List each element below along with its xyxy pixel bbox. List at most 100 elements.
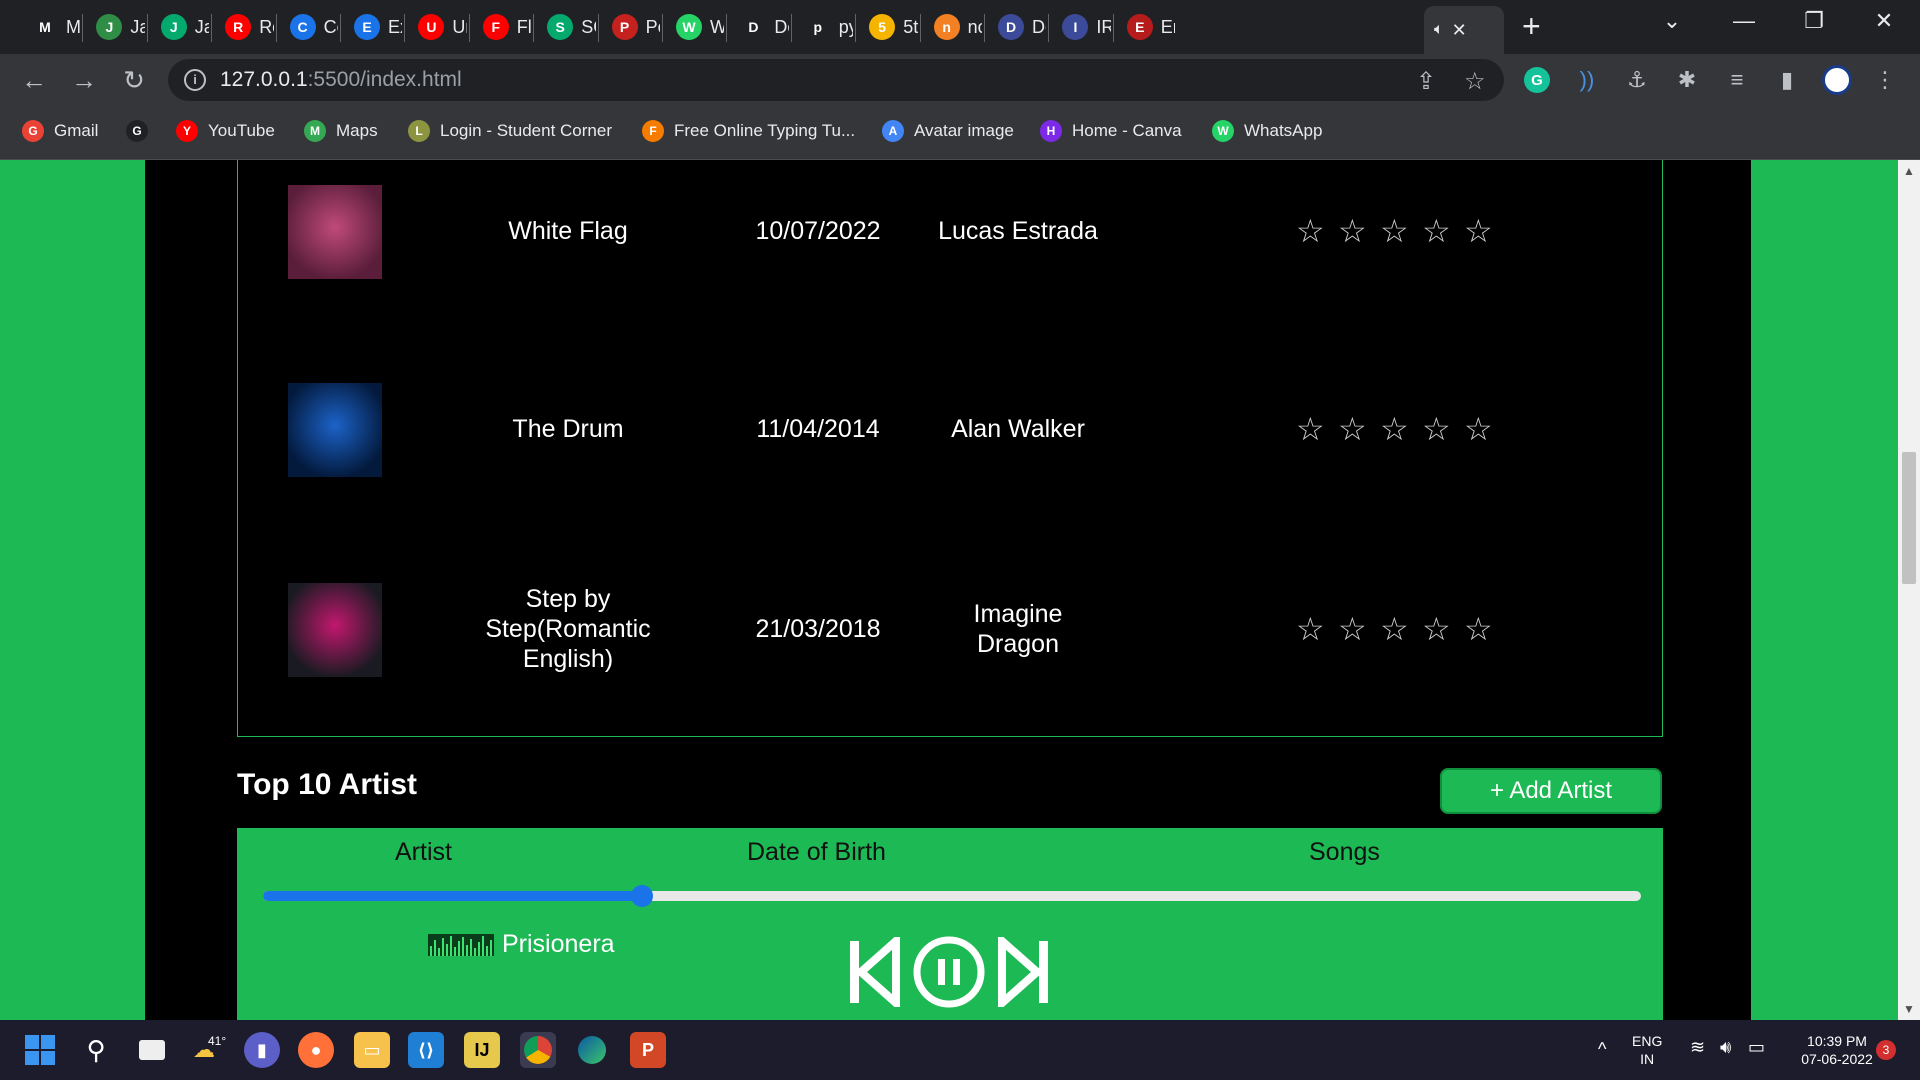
close-tab-icon[interactable]: ✕: [1452, 20, 1467, 41]
star-icon[interactable]: ☆: [1464, 413, 1493, 445]
tray-chevron-icon[interactable]: ^: [1598, 1040, 1606, 1058]
bookmark-item[interactable]: L Login - Student Corner: [408, 120, 612, 142]
bookmark-star-icon[interactable]: ☆: [1464, 67, 1486, 96]
pause-icon[interactable]: [912, 935, 986, 1009]
notification-badge[interactable]: 3: [1876, 1040, 1896, 1060]
bookmark-item[interactable]: G: [126, 120, 158, 142]
share-icon[interactable]: ⇪: [1416, 67, 1436, 96]
browser-tab[interactable]: U Ur: [408, 8, 467, 46]
search-icon[interactable]: ⚲: [78, 1032, 114, 1068]
browser-tab[interactable]: J Ja: [86, 8, 145, 46]
progress-thumb[interactable]: [630, 885, 653, 907]
site-info-icon[interactable]: i: [184, 69, 206, 91]
browser-tab[interactable]: ppy: [795, 8, 853, 46]
star-icon[interactable]: ☆: [1464, 215, 1493, 247]
tab-search-icon[interactable]: ⌄: [1652, 8, 1692, 34]
bookmark-item[interactable]: H Home - Canva: [1040, 120, 1182, 142]
browser-tab[interactable]: M Mi: [22, 8, 80, 46]
star-icon[interactable]: ☆: [1464, 613, 1493, 645]
back-icon[interactable]: ←: [18, 64, 50, 96]
album-cover[interactable]: [288, 583, 382, 677]
star-icon[interactable]: ☆: [1380, 215, 1409, 247]
browser-tab[interactable]: D Dc: [730, 8, 789, 46]
browser-tab[interactable]: E Ex: [344, 8, 402, 46]
star-icon[interactable]: ☆: [1422, 413, 1451, 445]
star-icon[interactable]: ☆: [1380, 413, 1409, 445]
album-cover[interactable]: [288, 383, 382, 477]
star-icon[interactable]: ☆: [1296, 215, 1325, 247]
star-icon[interactable]: ☆: [1338, 413, 1367, 445]
powerpoint-icon[interactable]: P: [630, 1032, 666, 1068]
scroll-down-icon[interactable]: ▼: [1898, 1002, 1920, 1016]
browser-tab[interactable]: I IR: [1052, 8, 1111, 46]
puzzle-icon[interactable]: ✱: [1670, 63, 1704, 97]
star-icon[interactable]: ☆: [1422, 215, 1451, 247]
wifi-icon[interactable]: ≋: [1690, 1038, 1705, 1056]
star-icon[interactable]: ☆: [1380, 613, 1409, 645]
album-cover[interactable]: [288, 185, 382, 279]
browser-tab[interactable]: 5 5t: [859, 8, 918, 46]
reload-icon[interactable]: ↻: [118, 64, 150, 96]
star-rating[interactable]: ☆ ☆ ☆ ☆ ☆: [1296, 215, 1493, 247]
browser-tab[interactable]: C Cc: [280, 8, 338, 46]
scroll-up-icon[interactable]: ▲: [1898, 164, 1920, 178]
star-icon[interactable]: ☆: [1296, 613, 1325, 645]
speaker-icon[interactable]: 🔈︎: [1434, 21, 1444, 39]
browser-tab[interactable]: R Re: [215, 8, 274, 46]
add-artist-button[interactable]: + Add Artist: [1440, 768, 1662, 814]
restore-icon[interactable]: ❐: [1794, 8, 1834, 34]
bookmark-item[interactable]: Y YouTube: [176, 120, 275, 142]
new-tab-button[interactable]: +: [1522, 10, 1541, 42]
url-text[interactable]: 127.0.0.1:5500/index.html: [220, 68, 462, 92]
audio-extension-icon[interactable]: )): [1570, 63, 1604, 97]
forward-icon[interactable]: →: [68, 64, 100, 96]
battery-icon[interactable]: ▭: [1748, 1038, 1765, 1056]
task-view-icon[interactable]: [134, 1032, 170, 1068]
bookmark-item[interactable]: A Avatar image: [882, 120, 1014, 142]
clock[interactable]: 10:39 PM 07-06-2022: [1792, 1032, 1882, 1068]
media-control-icon[interactable]: ≡: [1720, 63, 1754, 97]
minimize-icon[interactable]: —: [1724, 8, 1764, 34]
edge-icon[interactable]: [574, 1032, 610, 1068]
scroll-thumb[interactable]: [1902, 452, 1916, 584]
star-icon[interactable]: ☆: [1338, 613, 1367, 645]
close-window-icon[interactable]: ✕: [1864, 8, 1904, 34]
active-tab[interactable]: 🔈︎ ✕: [1424, 6, 1504, 54]
star-rating[interactable]: ☆ ☆ ☆ ☆ ☆: [1296, 413, 1493, 445]
vscode-icon[interactable]: ⟨⟩: [408, 1032, 444, 1068]
teams-chat-icon[interactable]: ▮: [244, 1032, 280, 1068]
language-indicator[interactable]: ENG IN: [1632, 1032, 1662, 1068]
browser-tab[interactable]: D De: [988, 8, 1046, 46]
bookmark-item[interactable]: G Gmail: [22, 120, 98, 142]
chrome-icon[interactable]: [520, 1032, 556, 1068]
next-icon[interactable]: [998, 937, 1050, 1007]
progress-bar[interactable]: [263, 885, 1641, 907]
firefox-icon[interactable]: ●: [298, 1032, 334, 1068]
browser-tab[interactable]: P Pe: [602, 8, 660, 46]
jetbrains-icon[interactable]: IJ: [464, 1032, 500, 1068]
star-icon[interactable]: ☆: [1296, 413, 1325, 445]
browser-tab[interactable]: S SC: [537, 8, 596, 46]
bookmark-item[interactable]: W WhatsApp: [1212, 120, 1322, 142]
star-icon[interactable]: ☆: [1338, 215, 1367, 247]
bookmark-item[interactable]: M Maps: [304, 120, 378, 142]
star-rating[interactable]: ☆ ☆ ☆ ☆ ☆: [1296, 613, 1493, 645]
bookmark-item[interactable]: F Free Online Typing Tu...: [642, 120, 855, 142]
browser-tab[interactable]: E En: [1117, 8, 1175, 46]
windows-start-icon[interactable]: [22, 1032, 58, 1068]
profile-avatar[interactable]: [1820, 63, 1854, 97]
grammarly-icon[interactable]: G: [1520, 63, 1554, 97]
page-scrollbar[interactable]: ▲ ▼: [1898, 160, 1920, 1020]
star-icon[interactable]: ☆: [1422, 613, 1451, 645]
browser-tab[interactable]: WW: [666, 8, 724, 46]
browser-tab[interactable]: nnc: [924, 8, 982, 46]
volume-icon[interactable]: 🔊︎: [1720, 1038, 1731, 1056]
menu-icon[interactable]: ⋮: [1868, 63, 1902, 97]
address-bar[interactable]: i 127.0.0.1:5500/index.html ⇪ ☆: [168, 59, 1504, 101]
browser-tab[interactable]: J Ja: [151, 8, 209, 46]
side-panel-icon[interactable]: ▮: [1770, 63, 1804, 97]
browser-tab[interactable]: F FlI: [473, 8, 531, 46]
extension-icon[interactable]: ⚓: [1620, 63, 1654, 97]
previous-icon[interactable]: [848, 937, 900, 1007]
file-explorer-icon[interactable]: ▭: [354, 1032, 390, 1068]
